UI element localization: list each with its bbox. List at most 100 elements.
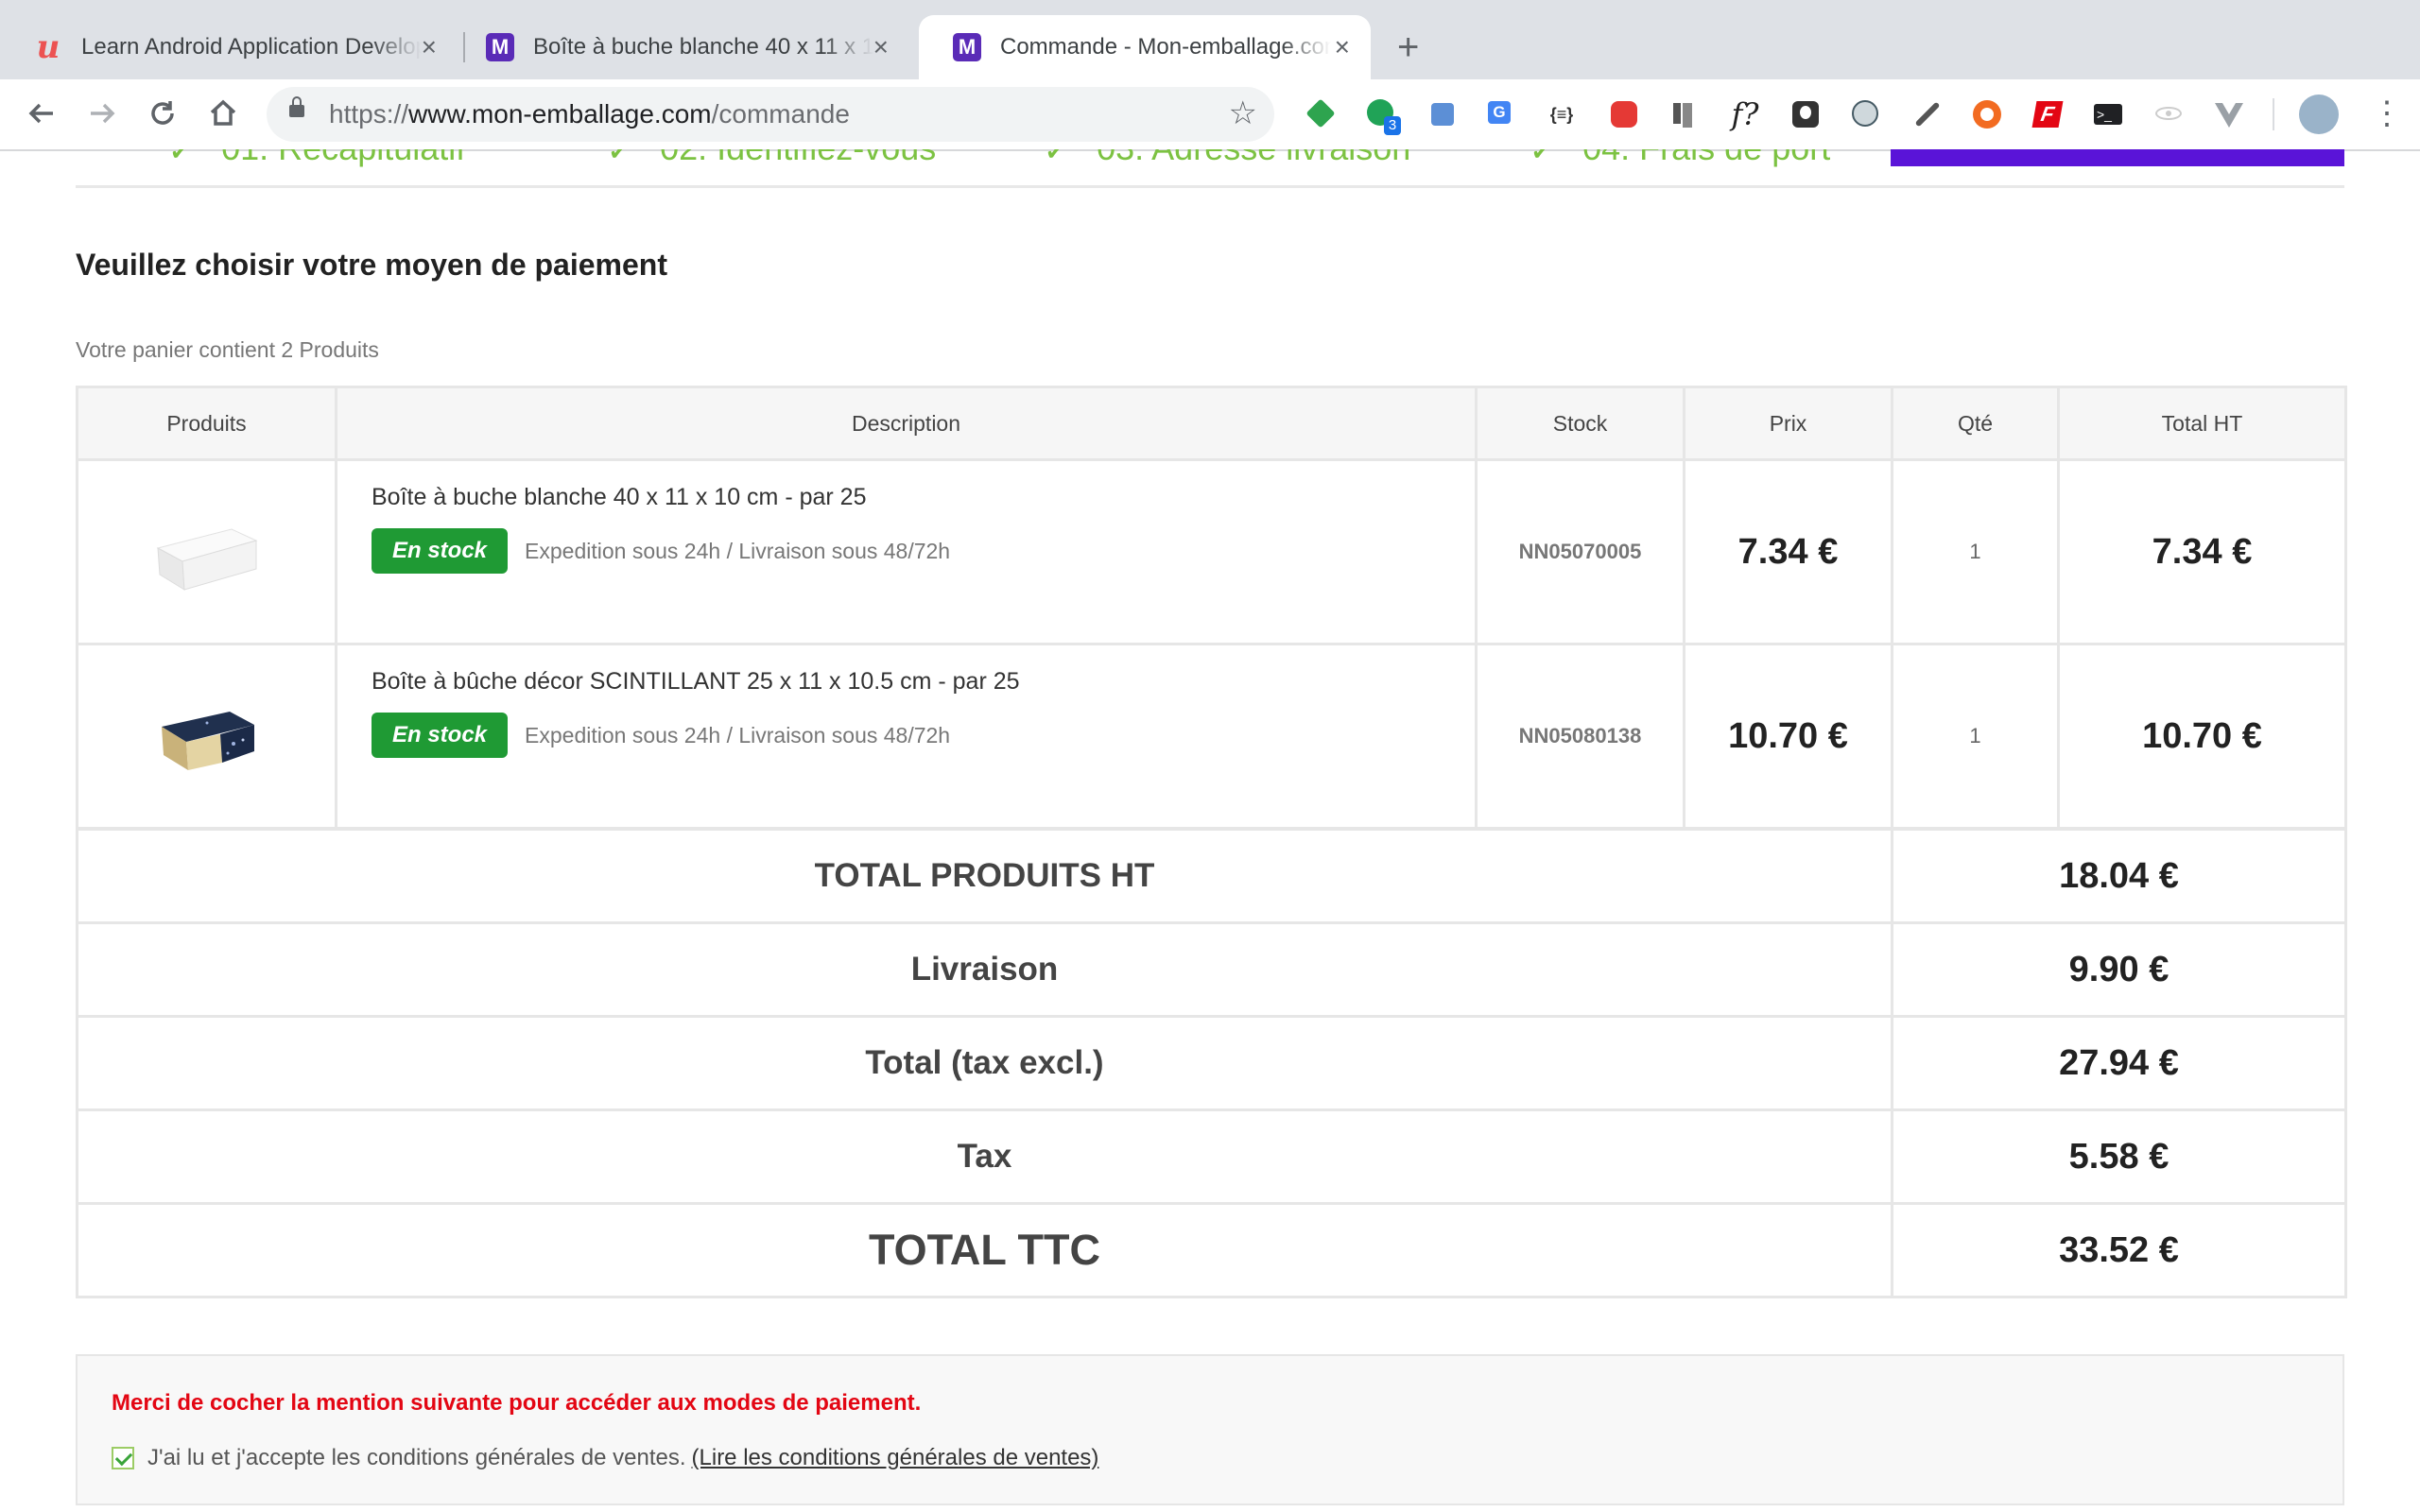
totals-row-grand: TOTAL TTC 33.52 € [76,1202,2347,1298]
product-description-cell: Boîte à buche blanche 40 x 11 x 10 cm - … [335,458,1478,645]
eyedropper-icon[interactable] [1910,97,1944,131]
close-tab-icon[interactable]: × [422,32,437,62]
terminal-icon[interactable]: >_ [2091,97,2125,131]
tab-product[interactable]: M Boîte à buche blanche 40 x 11 x 10 cm … [452,15,909,79]
mon-emballage-icon: M [953,33,981,61]
terms-link[interactable]: (Lire les conditions générales de ventes… [692,1445,1099,1471]
close-tab-icon[interactable]: × [873,32,889,62]
whatfont-icon[interactable]: f? [1728,97,1762,131]
url-text[interactable]: https://www.mon-emballage.com/commande [329,99,850,129]
cart-table: Produits Description Stock Prix Qté Tota… [76,386,2347,830]
adblock-icon[interactable] [1607,97,1641,131]
total-products-value: 18.04 € [1891,828,2347,924]
in-stock-badge: En stock [372,713,509,758]
extension-face-icon[interactable] [1849,97,1883,131]
reload-button[interactable] [142,93,183,134]
cart-header-row: Produits Description Stock Prix Qté Tota… [76,386,2347,461]
shipping-info: Expedition sous 24h / Livraison sous 48/… [525,722,951,747]
step-check-icon: ✔ [1046,149,1065,165]
address-bar[interactable]: https://www.mon-emballage.com/commande ☆ [267,87,1274,142]
back-arrow-icon [28,103,53,124]
terms-accept-text: J'ai lu et j'accepte les conditions géné… [147,1445,686,1470]
reload-icon [151,101,174,125]
step-payment-active [1891,149,2344,166]
line-total: 7.34 € [2057,458,2347,645]
url-host: www.mon-emballage.com [408,99,712,129]
step-identify[interactable]: ✔02. Identifiez-vous [609,149,936,168]
total-tax-excl-label: Total (tax excl.) [76,1015,1893,1111]
extension-diamond-icon[interactable] [1305,97,1339,131]
extension-chat-icon[interactable]: 3 [1365,97,1401,135]
url-scheme: https:// [329,99,409,129]
col-stock: Stock [1475,386,1685,461]
totals-row: Total (tax excl.) 27.94 € [76,1015,2347,1111]
react-devtools-icon[interactable] [2152,97,2186,131]
unit-price: 10.70 € [1683,643,1893,830]
col-description: Description [335,386,1478,461]
browser-menu-icon[interactable]: ⋮ [2371,93,2403,134]
total-products-label: TOTAL PRODUITS HT [76,828,1893,924]
product-thumbnail-white-box[interactable] [141,493,273,607]
close-tab-icon[interactable]: × [1335,32,1350,62]
extension-lifebuoy-icon[interactable] [1970,97,2004,131]
product-name[interactable]: Boîte à buche blanche 40 x 11 x 10 cm - … [372,484,1441,511]
lock-icon [289,96,304,117]
lightbulb-icon[interactable] [1789,97,1823,131]
google-translate-icon[interactable]: G [1484,97,1518,131]
bookmark-star-icon[interactable]: ☆ [1229,96,1257,130]
col-total: Total HT [2057,386,2347,461]
cart-count: Votre panier contient 2 Produits [76,337,379,362]
tax-label: Tax [76,1108,1893,1205]
col-price: Prix [1683,386,1893,461]
profile-avatar[interactable] [2299,94,2339,134]
extension-badge: 3 [1384,116,1401,135]
totals-table: TOTAL PRODUITS HT 18.04 € Livraison 9.90… [76,828,2347,1298]
new-tab-button[interactable]: + [1397,23,1419,72]
terms-accept-row: J'ai lu et j'accepte les conditions géné… [112,1445,1098,1471]
product-reference: NN05070005 [1475,458,1685,645]
terms-checkbox[interactable] [112,1447,134,1469]
extension-translate-icon[interactable] [1427,97,1461,131]
home-icon [210,99,236,126]
udemy-icon: u [36,28,60,66]
toolbar-separator [2273,98,2274,130]
forward-button[interactable] [81,93,123,134]
cart-row: Boîte à buche blanche 40 x 11 x 10 cm - … [76,458,2347,645]
totals-row: Livraison 9.90 € [76,921,2347,1018]
extension-f-icon[interactable]: F [2031,97,2065,131]
col-qty: Qté [1891,386,2060,461]
home-button[interactable] [202,93,244,134]
shipping-info: Expedition sous 24h / Livraison sous 48/… [525,538,951,563]
step-check-icon: ✔ [170,149,190,165]
product-image-cell[interactable] [76,643,337,830]
total-tax-excl-value: 27.94 € [1891,1015,2347,1111]
product-name[interactable]: Boîte à bûche décor SCINTILLANT 25 x 11 … [372,668,1441,696]
step-check-icon: ✔ [1531,149,1551,165]
totals-row: TOTAL PRODUITS HT 18.04 € [76,828,2347,924]
tab-title: Learn Android Application Development [81,34,422,60]
shipping-label: Livraison [76,921,1893,1018]
tab-title: Commande - Mon-emballage.com [1000,34,1331,60]
totals-row: Tax 5.58 € [76,1108,2347,1205]
step-recap[interactable]: ✔01. Récapitulatif [170,149,465,168]
product-thumbnail-glitter-box[interactable] [141,678,273,791]
json-formatter-icon[interactable]: {≡} [1545,97,1579,131]
tax-value: 5.58 € [1891,1108,2347,1205]
product-description-cell: Boîte à bûche décor SCINTILLANT 25 x 11 … [335,643,1478,830]
tab-udemy[interactable]: u Learn Android Application Development … [0,15,458,79]
tab-commande[interactable]: M Commande - Mon-emballage.com × [919,15,1371,79]
terms-box: Merci de cocher la mention suivante pour… [76,1354,2344,1505]
step-shipping[interactable]: ✔04. Frais de port [1531,149,1830,168]
step-address[interactable]: ✔03. Adresse livraison [1046,149,1410,168]
shipping-value: 9.90 € [1891,921,2347,1018]
terms-warning: Merci de cocher la mention suivante pour… [112,1390,922,1416]
product-image-cell[interactable] [76,458,337,645]
vue-devtools-icon[interactable] [2212,97,2246,131]
extension-bars-icon[interactable] [1668,97,1702,131]
step-check-icon: ✔ [609,149,629,165]
back-button[interactable] [21,93,62,134]
quantity: 1 [1891,458,2060,645]
col-products: Produits [76,386,337,461]
quantity: 1 [1891,643,2060,830]
url-path: /commande [711,99,850,129]
